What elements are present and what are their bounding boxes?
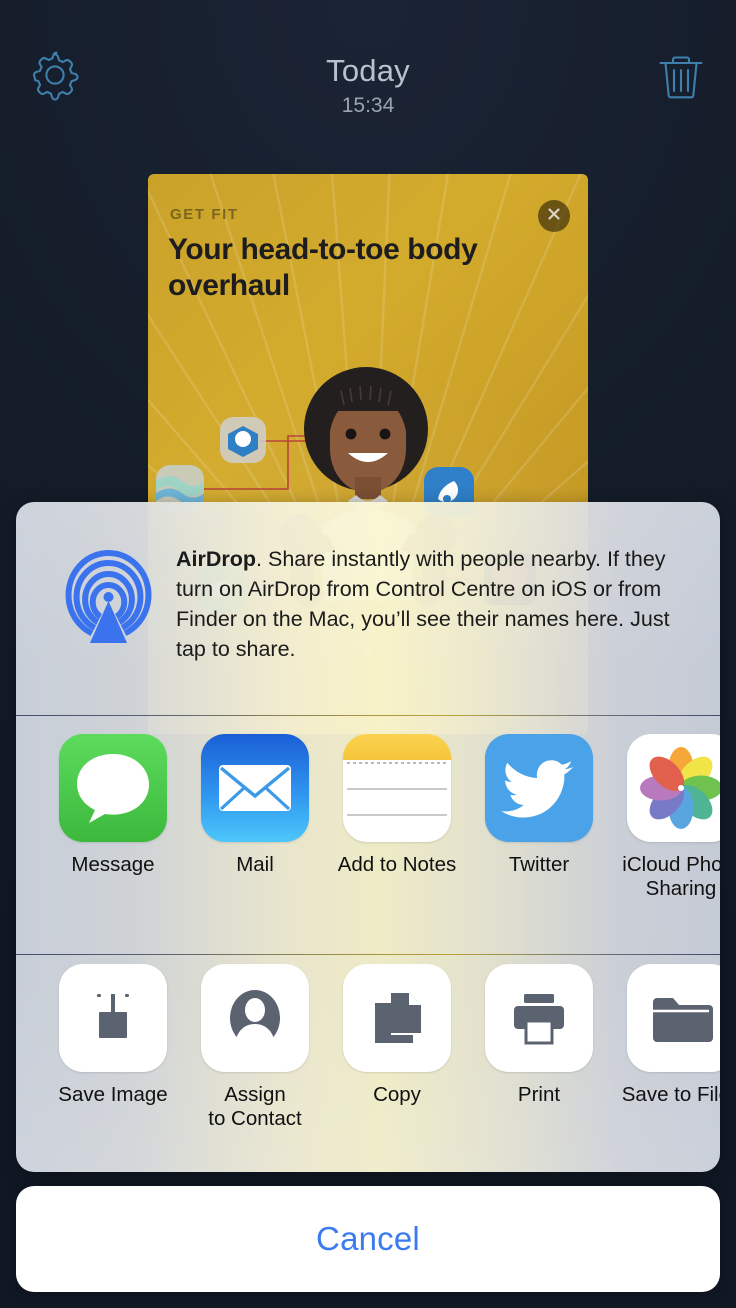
card-close-button[interactable] — [538, 200, 570, 232]
action-save-to-files[interactable]: Save to Files — [610, 964, 720, 1164]
notes-rule — [347, 814, 447, 816]
action-label: Copy — [373, 1083, 421, 1106]
action-assign-to-contact[interactable]: Assign to Contact — [184, 964, 326, 1164]
notes-rule — [347, 788, 447, 790]
notes-perforation — [347, 762, 447, 764]
share-target-notes[interactable]: Add to Notes — [326, 734, 468, 949]
folder-icon — [627, 964, 720, 1072]
share-target-message[interactable]: Message — [42, 734, 184, 949]
sheet-divider-bottom — [16, 954, 720, 955]
action-label: Print — [517, 1083, 561, 1106]
notes-header-strip — [343, 734, 451, 760]
card-headline: Your head-to-toe body overhaul — [168, 233, 478, 302]
share-apps-row[interactable]: Message Mail Add to Notes Twitter iCloud… — [16, 734, 720, 949]
photos-icon — [627, 734, 720, 842]
printer-icon — [485, 964, 593, 1072]
action-label: Assign to Contact — [208, 1083, 302, 1130]
action-save-image[interactable]: Save Image — [42, 964, 184, 1164]
close-x-icon — [546, 206, 562, 227]
airdrop-title: AirDrop — [176, 547, 257, 571]
mail-icon — [201, 734, 309, 842]
share-target-mail[interactable]: Mail — [184, 734, 326, 949]
title-block: Today 15:34 — [0, 52, 736, 120]
contact-person-icon — [201, 964, 309, 1072]
page-title: Today — [326, 53, 410, 88]
page-time: 15:34 — [341, 94, 395, 117]
sheet-divider-top — [16, 715, 720, 716]
action-label: Save to Files — [621, 1083, 720, 1106]
action-label: Save Image — [58, 1083, 168, 1106]
airdrop-description: AirDrop. Share instantly with people nea… — [176, 544, 686, 664]
action-copy[interactable]: Copy — [326, 964, 468, 1164]
copy-documents-icon — [343, 964, 451, 1072]
card-eyebrow: GET FIT — [170, 206, 239, 223]
share-target-twitter[interactable]: Twitter — [468, 734, 610, 949]
share-sheet: AirDrop. Share instantly with people nea… — [16, 502, 720, 1172]
share-target-label: Add to Notes — [337, 853, 457, 876]
messages-icon — [59, 734, 167, 842]
trash-icon — [654, 47, 708, 108]
cancel-button[interactable]: Cancel — [16, 1186, 720, 1292]
delete-button[interactable] — [648, 44, 714, 110]
cancel-label: Cancel — [316, 1220, 420, 1257]
airdrop-section[interactable]: AirDrop. Share instantly with people nea… — [16, 502, 720, 715]
share-target-label: iCloud Photo Sharing — [622, 853, 720, 900]
share-target-icloud-photo-sharing[interactable]: iCloud Photo Sharing — [610, 734, 720, 949]
top-bar: Today 15:34 — [0, 0, 736, 160]
twitter-icon — [485, 734, 593, 842]
share-target-label: Twitter — [508, 853, 570, 876]
airdrop-icon — [56, 547, 161, 645]
save-image-icon — [59, 964, 167, 1072]
action-print[interactable]: Print — [468, 964, 610, 1164]
phone-screen: Today 15:34 GET FIT Your head-to-toe bod… — [0, 0, 736, 1308]
notes-icon — [343, 734, 451, 842]
share-actions-row[interactable]: Save Image Assign to Contact Copy Print … — [16, 964, 720, 1164]
share-target-label: Mail — [236, 853, 274, 876]
share-target-label: Message — [71, 853, 155, 876]
